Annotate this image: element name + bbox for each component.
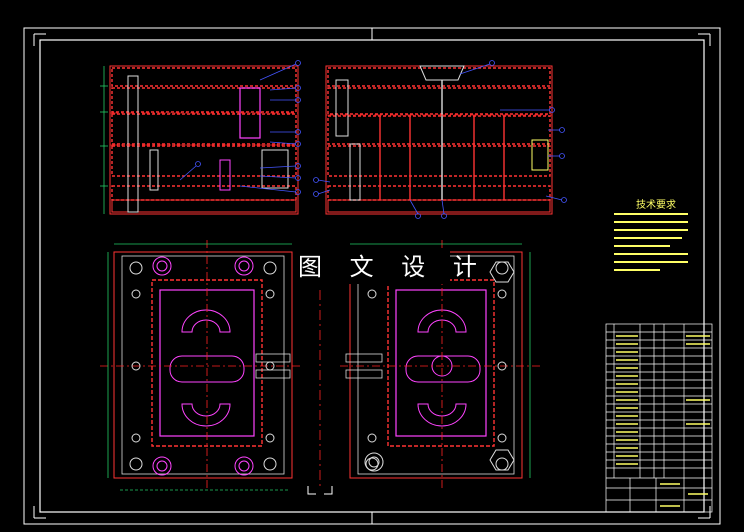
watermark-text: 图 文 设 计 <box>298 250 477 284</box>
technical-notes-title: 技术要求 <box>636 200 676 211</box>
section-view-right <box>313 60 567 219</box>
technical-notes-lines <box>614 213 688 271</box>
plan-view-left <box>100 240 300 491</box>
section-view-left <box>100 60 301 215</box>
